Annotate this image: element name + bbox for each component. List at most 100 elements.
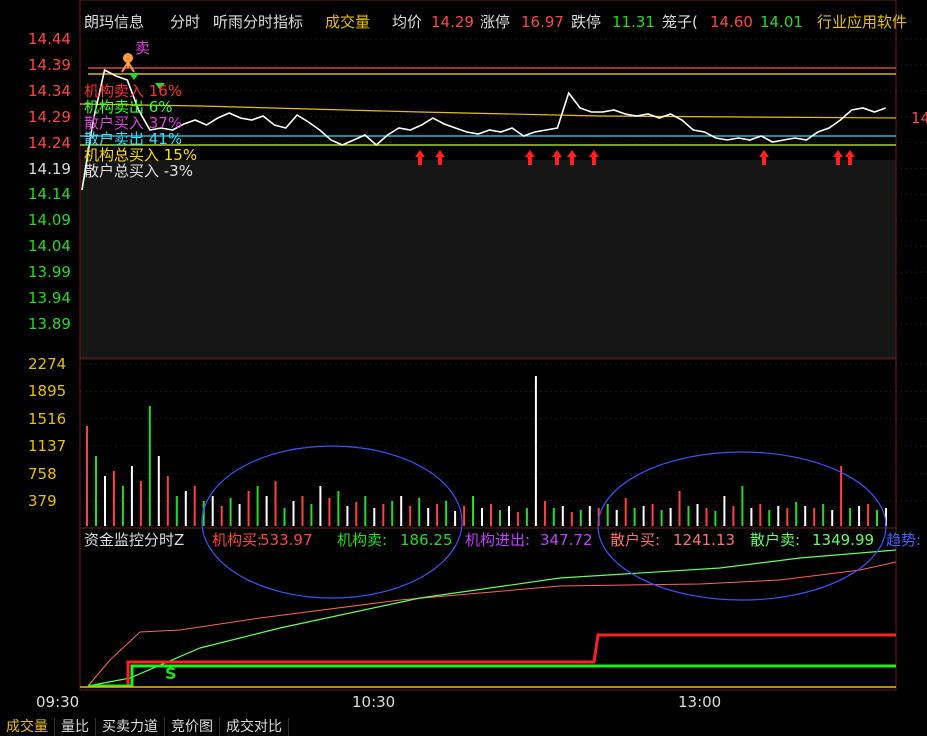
volume-bar [139, 481, 142, 526]
inst-net-label: 机构进出: [465, 531, 531, 549]
volume-bar [292, 501, 295, 526]
cage-high: 14.60 [710, 13, 753, 31]
volume-bar [436, 504, 439, 526]
volume-bar [220, 506, 223, 526]
flow-lines [80, 549, 897, 688]
volume-bar [391, 501, 394, 526]
volume-tick: 758 [28, 464, 57, 483]
volume-bar [696, 504, 699, 526]
bottom-tab[interactable]: 成交量 [0, 718, 55, 736]
buy-arrows [129, 73, 855, 165]
view-mode[interactable]: 分时 [170, 14, 200, 30]
bottom-tab[interactable]: 量比 [55, 718, 96, 736]
volume-bar [750, 508, 753, 526]
person-icon [121, 60, 135, 73]
reference-bands [79, 67, 897, 146]
volume-bar [876, 510, 878, 526]
limit-down-label: 跌停 [571, 13, 602, 31]
volume-bar [112, 471, 115, 526]
volume-bar [382, 504, 385, 526]
limit-up-value: 16.97 [521, 13, 564, 31]
retail-sell-value: 1349.99 [812, 531, 875, 549]
volume-bar [723, 496, 726, 526]
volume-bar [660, 510, 663, 526]
volume-bar [633, 508, 636, 526]
volume-bar [508, 506, 510, 526]
volume-bar [606, 504, 609, 526]
volume-bar [615, 510, 618, 526]
volume-bar [804, 506, 807, 526]
volume-bar [472, 496, 474, 526]
sector-label[interactable]: 行业应用软件 [817, 14, 907, 30]
cage-label: 笼子( [662, 13, 698, 31]
volume-bar [283, 508, 286, 526]
volume-bar [301, 496, 304, 526]
volume-bar [822, 504, 825, 526]
time-1030: 10:30 [352, 693, 396, 711]
volume-bar [166, 476, 169, 526]
indicator-name[interactable]: 听雨分时指标 [213, 14, 303, 30]
fund-overlay-label: 机构卖入 16% [84, 82, 183, 100]
volume-tick: 1137 [28, 437, 67, 456]
volume-bar [858, 506, 861, 526]
price-tick: 14.24 [28, 133, 71, 152]
bottom-tab[interactable]: 成交对比 [220, 718, 289, 736]
volume-bar [588, 506, 591, 526]
sell-marker: 卖 [135, 39, 151, 57]
trend-label: 趋势: [886, 531, 922, 549]
limit-down-value: 11.31 [612, 13, 655, 31]
inst-sell-value: 186.25 [400, 531, 453, 549]
volume-bar [95, 456, 97, 526]
volume-bar [705, 508, 708, 526]
right-edge-price: 14 [911, 109, 927, 127]
volume-bar [121, 486, 124, 526]
volume-bar [624, 498, 627, 526]
fund-overlay-label: 散户买入 37% [84, 114, 183, 132]
volume-bar [175, 496, 178, 526]
volume-bar [319, 486, 322, 526]
volume-bar [130, 466, 133, 526]
annotation-circle [201, 445, 463, 599]
volume-bar [355, 502, 358, 526]
price-tick: 14.34 [28, 81, 71, 100]
volume-bar [400, 496, 403, 526]
volume-tick: 1516 [28, 409, 67, 428]
volume-bar [211, 496, 214, 526]
time-1300: 13:00 [678, 693, 722, 711]
volume-bar [247, 491, 250, 526]
volume-bar [256, 486, 259, 526]
volume-bar [490, 504, 492, 526]
volume-bar [499, 510, 501, 526]
fund-overlay-label: 机构总买入 15% [84, 146, 198, 164]
bottom-tab[interactable]: 买卖力道 [96, 718, 165, 736]
volume-bar [328, 498, 331, 526]
limit-up-label: 涨停 [480, 13, 511, 31]
volume-bar [867, 504, 870, 526]
bottom-tabs: 成交量 量比 买卖力道 竞价图 成交对比 [0, 718, 927, 736]
volume-bar [346, 506, 349, 526]
avg-price-line [79, 103, 897, 119]
time-0930: 09:30 [36, 693, 80, 711]
volume-tick: 2274 [28, 355, 67, 373]
price-area-bg [80, 160, 896, 360]
avg-label: 均价 [392, 13, 423, 31]
volume-tick: 1895 [28, 382, 67, 401]
volume-bar [525, 508, 528, 526]
volume-bar [786, 508, 789, 526]
volume-bar [157, 456, 160, 526]
price-tick: 14.44 [28, 30, 71, 48]
fund-overlay-label: 散户卖出 41% [84, 130, 183, 148]
volume-bar [373, 508, 376, 526]
volume-bar [516, 512, 519, 526]
inst-sell-label: 机构卖: [337, 531, 388, 549]
volume-bar [777, 506, 780, 526]
volume-bar [795, 502, 798, 526]
fund-overlay-label: 散户总买入 -3% [84, 162, 193, 180]
volume-bar [813, 508, 816, 526]
retail-buy-value: 1241.13 [673, 531, 736, 549]
sell-arrow-icon [129, 73, 139, 80]
volume-bar [849, 508, 852, 526]
bottom-tab[interactable]: 竞价图 [165, 718, 220, 736]
volume-bar [732, 506, 735, 526]
volume-bar [840, 466, 843, 526]
